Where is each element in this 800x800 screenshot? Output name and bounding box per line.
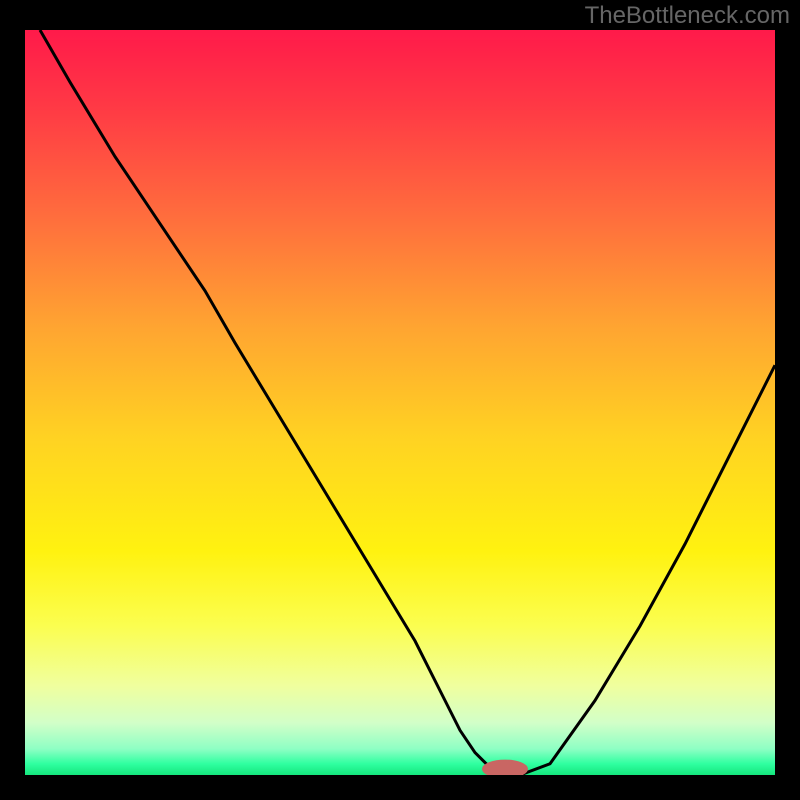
bottleneck-chart bbox=[25, 30, 775, 775]
plot-area bbox=[25, 30, 775, 775]
watermark-text: TheBottleneck.com bbox=[585, 2, 790, 30]
optimum-marker bbox=[483, 760, 528, 775]
chart-frame: TheBottleneck.com bbox=[0, 0, 800, 800]
gradient-background bbox=[25, 30, 775, 775]
